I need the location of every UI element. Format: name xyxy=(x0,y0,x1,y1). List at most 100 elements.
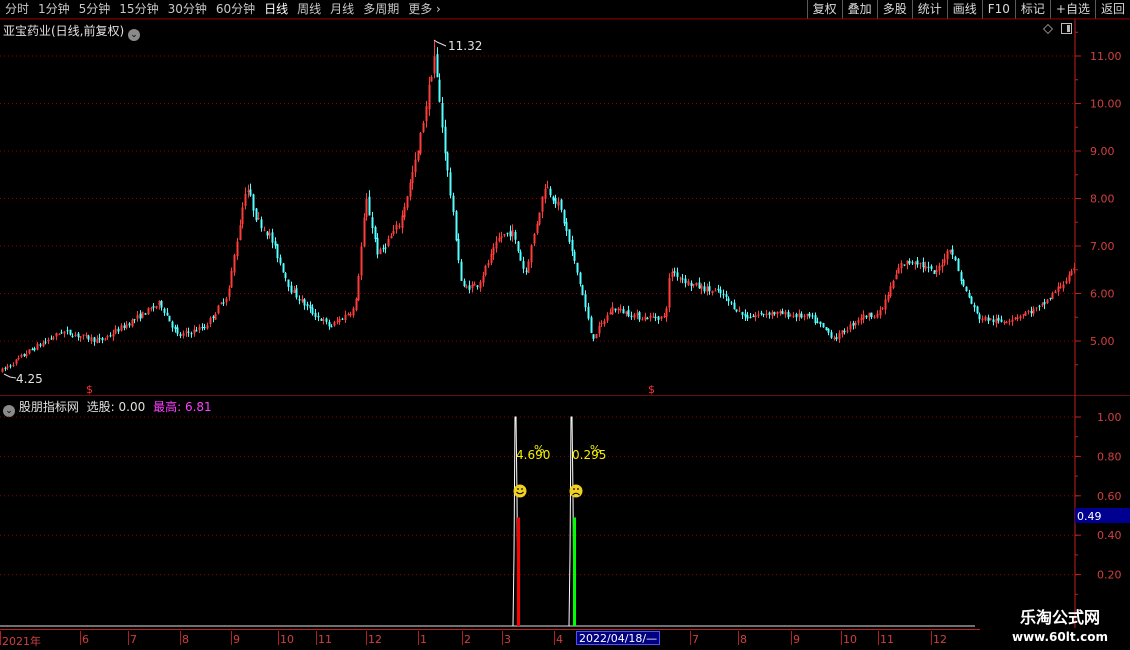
candle-body xyxy=(852,323,855,326)
candle-body xyxy=(409,182,412,197)
candle-body xyxy=(1008,320,1011,322)
candle-body xyxy=(835,337,838,340)
candle-body xyxy=(473,283,476,286)
candle-body xyxy=(798,313,801,317)
candle-body xyxy=(679,277,682,279)
candle-body xyxy=(303,299,306,306)
candle-body xyxy=(74,334,77,336)
candle-body xyxy=(249,189,252,196)
candle-body xyxy=(1000,319,1003,322)
candle-body xyxy=(992,319,995,322)
price-tick-label: 10.00 xyxy=(1090,98,1122,111)
candle-body xyxy=(876,313,879,318)
candle-body xyxy=(403,206,406,218)
candle-body xyxy=(77,333,80,337)
candle-body xyxy=(141,311,144,318)
candle-body xyxy=(962,280,965,286)
date-tick-label: 3 xyxy=(504,633,511,646)
candle-body xyxy=(587,306,590,319)
candle-body xyxy=(922,261,925,268)
candle-body xyxy=(93,337,96,342)
candle-body xyxy=(387,238,390,247)
candle-body xyxy=(282,263,285,273)
candle-body xyxy=(495,241,498,249)
candle-body xyxy=(830,332,833,338)
candle-body xyxy=(479,281,482,289)
candle-body xyxy=(546,187,549,189)
candle-body xyxy=(692,284,695,286)
indicator-chart[interactable]: 1.000.800.600.400.20 4.690 % 0.295 % 0.4… xyxy=(0,396,1130,628)
candle-body xyxy=(1030,311,1033,314)
candle-body xyxy=(325,318,328,322)
date-separator xyxy=(366,631,367,645)
candle-body xyxy=(328,321,331,327)
candle-body xyxy=(341,318,344,320)
candle-body xyxy=(71,335,74,337)
candle-body xyxy=(1062,284,1065,289)
candle-body xyxy=(924,266,927,269)
candle-body xyxy=(708,286,711,292)
candle-body xyxy=(79,336,82,339)
candlestick-chart[interactable]: 11.32 4.25 $ $ 11.00 10.00 9.00 8.00 7.00 6.0… xyxy=(0,0,1130,396)
candle-body xyxy=(714,290,717,292)
indicator-tick-label: 0.20 xyxy=(1097,569,1122,582)
candle-body xyxy=(174,326,177,329)
candle-body xyxy=(522,261,525,269)
candle-body xyxy=(970,296,973,304)
candle-body xyxy=(652,316,655,318)
event-marker[interactable]: $ xyxy=(648,383,655,396)
candle-body xyxy=(997,317,1000,321)
candle-body xyxy=(133,319,136,321)
candle-body xyxy=(533,233,536,244)
date-tick-label: 2 xyxy=(464,633,471,646)
candle-body xyxy=(822,322,825,328)
candle-body xyxy=(33,348,36,351)
candle-body xyxy=(665,308,668,318)
candle-body xyxy=(463,280,466,287)
candle-body xyxy=(638,312,641,320)
candle-body xyxy=(239,225,242,241)
candle-body xyxy=(9,365,12,367)
candle-body xyxy=(530,245,533,263)
candle-body xyxy=(614,308,617,311)
candle-body xyxy=(595,334,598,339)
date-tick-label: 11 xyxy=(880,633,894,646)
candle-body xyxy=(344,314,347,321)
candle-body xyxy=(560,199,563,210)
candle-body xyxy=(241,207,244,225)
candle-body xyxy=(722,294,725,296)
candle-body xyxy=(1043,301,1046,305)
candle-body xyxy=(695,282,698,286)
candle-body xyxy=(1005,322,1008,324)
candle-body xyxy=(360,246,363,276)
candle-body xyxy=(465,286,468,288)
indicator-bar xyxy=(517,517,520,626)
candle-body xyxy=(266,231,269,236)
candle-body xyxy=(946,250,949,260)
candle-body xyxy=(536,223,539,233)
candle-body xyxy=(768,312,771,315)
high-price-label: 11.32 xyxy=(448,39,482,53)
event-marker[interactable]: $ xyxy=(86,383,93,396)
candle-body xyxy=(895,274,898,280)
candle-body xyxy=(17,357,20,359)
candle-body xyxy=(911,262,914,264)
candle-body xyxy=(892,280,895,288)
candle-body xyxy=(573,251,576,261)
candle-body xyxy=(63,331,66,334)
indicator-bar xyxy=(573,517,576,626)
candle-body xyxy=(1019,316,1022,319)
candle-body xyxy=(1049,297,1052,299)
candle-body xyxy=(322,319,325,321)
date-axis-line xyxy=(0,629,980,630)
candle-body xyxy=(98,337,101,339)
candle-body xyxy=(379,249,382,255)
candle-body xyxy=(765,313,768,316)
date-separator xyxy=(180,631,181,645)
candle-body xyxy=(317,315,320,318)
candle-body xyxy=(58,333,61,335)
date-separator xyxy=(80,631,81,645)
candle-body xyxy=(492,247,495,255)
candle-body xyxy=(654,316,657,319)
candle-body xyxy=(978,314,981,320)
